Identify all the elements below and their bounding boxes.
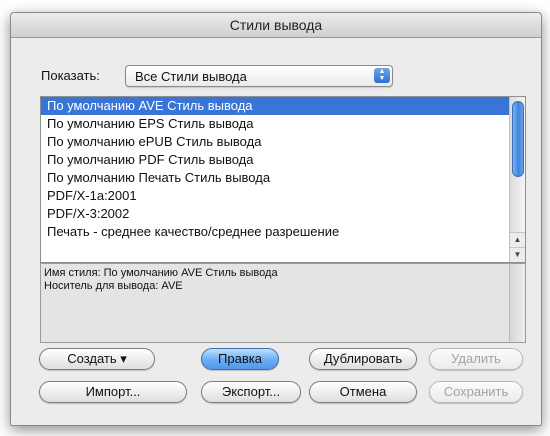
style-item-print[interactable]: По умолчанию Печать Стиль вывода xyxy=(41,169,525,187)
output-styles-dialog: Стили вывода Показать: Все Стили вывода … xyxy=(10,12,542,426)
style-item-ave[interactable]: По умолчанию AVE Стиль вывода xyxy=(41,97,525,115)
style-item-print-medium[interactable]: Печать - среднее качество/среднее разреш… xyxy=(41,223,525,241)
style-item-epub[interactable]: По умолчанию ePUB Стиль вывода xyxy=(41,133,525,151)
import-button[interactable]: Импорт... xyxy=(39,381,187,403)
style-name-info: Имя стиля: По умолчанию AVE Стиль вывода xyxy=(44,267,278,279)
export-button[interactable]: Экспорт... xyxy=(201,381,301,403)
show-filter-value: Все Стили вывода xyxy=(135,69,247,84)
scroll-up-arrow-icon[interactable]: ▲ xyxy=(510,232,525,247)
scrollbar-thumb[interactable] xyxy=(512,101,524,177)
style-item-pdfx3[interactable]: PDF/X-3:2002 xyxy=(41,205,525,223)
show-label: Показать: xyxy=(41,68,100,83)
info-scrollbar[interactable] xyxy=(509,264,525,342)
style-item-pdf[interactable]: По умолчанию PDF Стиль вывода xyxy=(41,151,525,169)
scroll-down-arrow-icon[interactable]: ▼ xyxy=(510,247,525,262)
edit-button[interactable]: Правка xyxy=(201,348,279,370)
cancel-button[interactable]: Отмена xyxy=(309,381,417,403)
output-media-info: Носитель для вывода: AVE xyxy=(44,280,183,292)
style-info-panel: Имя стиля: По умолчанию AVE Стиль вывода… xyxy=(40,263,526,343)
style-item-pdfx1a[interactable]: PDF/X-1a:2001 xyxy=(41,187,525,205)
show-filter-select[interactable]: Все Стили вывода ▲ ▼ xyxy=(125,65,393,87)
create-button[interactable]: Создать ▾ xyxy=(39,348,155,370)
delete-button[interactable]: Удалить xyxy=(429,348,523,370)
popup-arrows-icon: ▲ ▼ xyxy=(374,68,390,83)
styles-list-scrollbar[interactable]: ▲ ▼ xyxy=(509,97,525,262)
styles-list[interactable]: По умолчанию AVE Стиль вывода По умолчан… xyxy=(40,96,526,263)
dialog-title: Стили вывода xyxy=(11,13,541,38)
style-item-eps[interactable]: По умолчанию EPS Стиль вывода xyxy=(41,115,525,133)
duplicate-button[interactable]: Дублировать xyxy=(309,348,417,370)
save-button[interactable]: Сохранить xyxy=(429,381,523,403)
